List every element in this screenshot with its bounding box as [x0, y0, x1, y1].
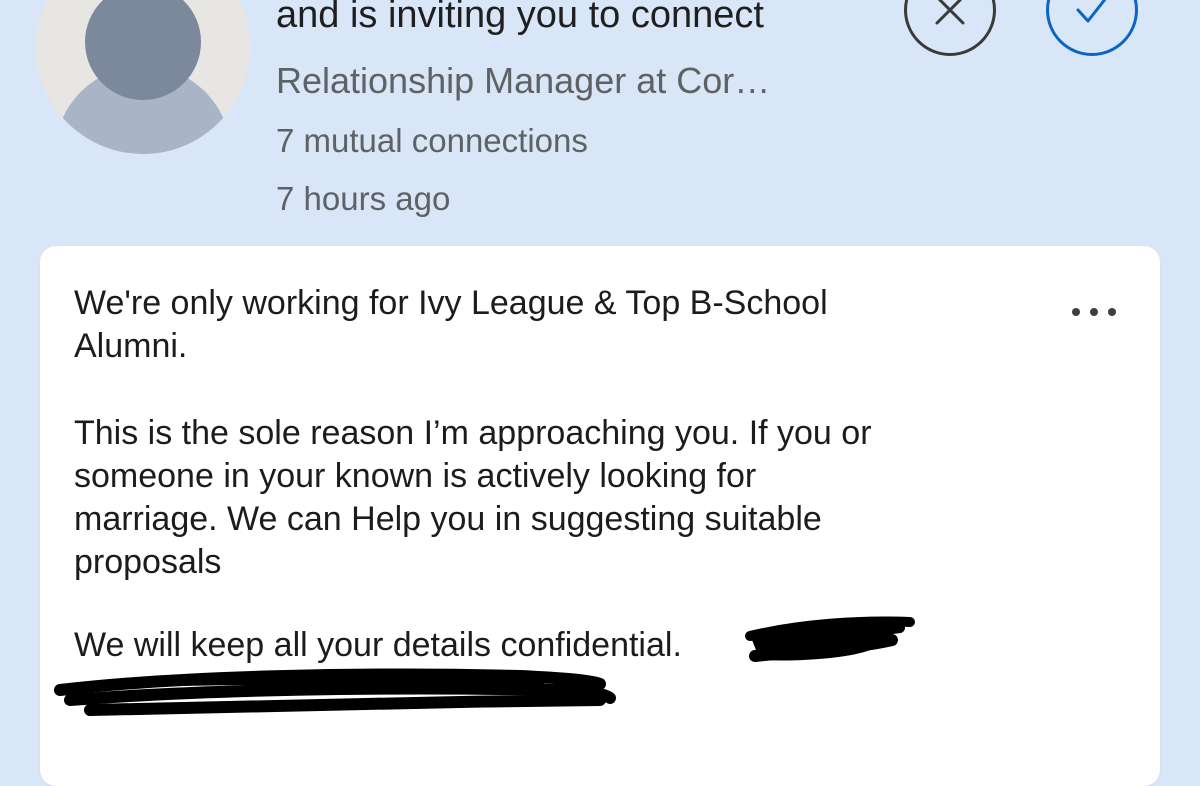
more-horizontal-icon: [1072, 308, 1080, 316]
invitation-headline: and is inviting you to connect: [276, 0, 764, 36]
ignore-button[interactable]: [904, 0, 996, 56]
sender-title[interactable]: Relationship Manager at Cor…: [276, 60, 770, 102]
avatar[interactable]: [36, 0, 250, 154]
mutual-connections[interactable]: 7 mutual connections: [276, 122, 588, 160]
message-paragraph-2: This is the sole reason I’m approaching …: [74, 414, 872, 581]
more-options-button[interactable]: [1070, 298, 1118, 326]
close-icon: [935, 0, 965, 25]
timestamp: 7 hours ago: [276, 180, 451, 217]
more-horizontal-icon: [1090, 308, 1098, 316]
accept-button[interactable]: [1046, 0, 1138, 56]
message-card: We're only working for Ivy League & Top …: [40, 246, 1160, 786]
message-paragraph-1: We're only working for Ivy League & Top …: [74, 284, 828, 365]
more-horizontal-icon: [1108, 308, 1116, 316]
person-icon: [55, 0, 231, 154]
check-icon: [1076, 0, 1107, 23]
message-paragraph-3: We will keep all your details confidenti…: [74, 626, 682, 664]
